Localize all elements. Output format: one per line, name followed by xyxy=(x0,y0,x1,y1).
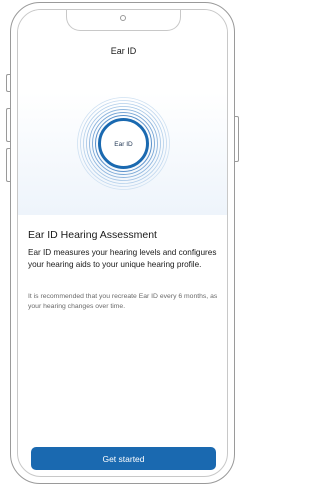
recommendation-note: It is recommended that you recreate Ear … xyxy=(28,293,218,310)
phone-screen: Ear ID Ear ID Ear ID Hearing Assessment … xyxy=(17,9,228,477)
page: Ear ID Ear ID Ear ID Hearing Assessment … xyxy=(0,0,245,489)
ear-id-center-label: Ear ID xyxy=(114,141,133,148)
ear-id-graphic: Ear ID xyxy=(77,97,170,190)
assessment-heading: Ear ID Hearing Assessment xyxy=(28,229,157,241)
screen-title: Ear ID xyxy=(110,46,137,56)
notch xyxy=(66,10,181,31)
get-started-button[interactable]: Get started xyxy=(31,447,216,470)
camera-icon xyxy=(120,15,126,21)
assessment-description: Ear ID measures your hearing levels and … xyxy=(28,248,217,269)
